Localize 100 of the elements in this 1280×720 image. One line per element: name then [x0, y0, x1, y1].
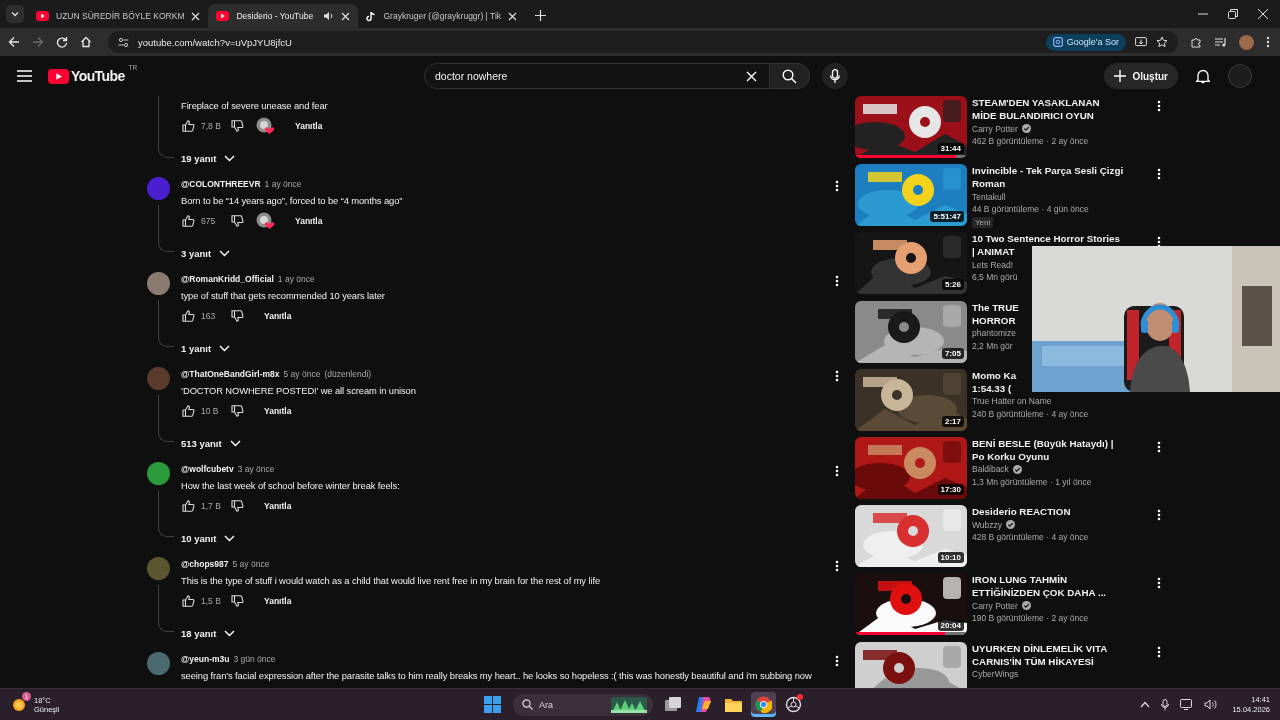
replies-toggle[interactable]: 10 yanıt [181, 532, 236, 544]
avatar[interactable] [147, 652, 170, 675]
video-title[interactable]: BENİ BESLE (Büyük Hataydı) | Po Korku Oyunu [972, 436, 1114, 463]
tab-search-button[interactable] [6, 5, 24, 23]
more-icon[interactable] [835, 465, 839, 477]
like-icon[interactable] [182, 310, 195, 322]
comment-author[interactable]: @ThatOneBandGirl-m8x [181, 369, 280, 379]
video-title[interactable]: Momo Ka 1:54.33 ( [972, 368, 1017, 395]
more-icon[interactable] [1157, 440, 1161, 453]
site-info-icon[interactable] [118, 36, 129, 48]
address-bar[interactable]: youtube.com/watch?v=uVpJYU8jfcU Google'a Sor [108, 31, 1178, 53]
reply-button[interactable]: Yanıtla [254, 307, 302, 325]
bell-icon[interactable] [1196, 68, 1210, 84]
back-icon[interactable] [8, 36, 20, 48]
profile-avatar[interactable] [1239, 34, 1254, 50]
video-title[interactable]: STEAM'DEN YASAKLANAN MİDE BULANDIRICI OYUN [972, 96, 1100, 122]
like-icon[interactable] [182, 120, 195, 132]
replies-toggle[interactable]: 3 yanıt [181, 247, 231, 259]
comment-time[interactable]: 3 ay önce [237, 464, 275, 474]
channel-name[interactable]: phantomize [972, 328, 1016, 339]
video-title[interactable]: 10 Two Sentence Horror Stories | ANIMAT [972, 232, 1120, 259]
comment-author[interactable]: @COLONTHREEVR [181, 179, 261, 189]
reply-button[interactable]: Yanıtla [285, 117, 333, 135]
voice-search-button[interactable] [822, 63, 848, 89]
search-field[interactable]: doctor nowhere [424, 63, 770, 89]
video-title[interactable]: UYURKEN DİNLEMELİK VITA CARNIS'İN TÜM HİKAYESİ [972, 641, 1108, 668]
reload-icon[interactable] [56, 36, 68, 48]
restore-icon[interactable] [1228, 9, 1238, 19]
home-icon[interactable] [80, 36, 92, 48]
speaker-icon[interactable] [323, 11, 335, 21]
media-controls-icon[interactable] [1214, 36, 1227, 48]
more-icon[interactable] [835, 370, 839, 382]
video-title[interactable]: The TRUE HORROR [972, 300, 1019, 327]
close-icon[interactable] [191, 11, 201, 21]
channel-name[interactable]: Baldiback [972, 464, 1009, 475]
dislike-icon[interactable] [231, 215, 244, 227]
comment-time[interactable]: 3 gün önce [233, 654, 276, 664]
comment-time[interactable]: 5 ay önce [283, 369, 321, 379]
reply-button[interactable]: Yanıtla [254, 497, 302, 515]
reply-button[interactable]: Yanıtla [285, 212, 333, 230]
menu-icon[interactable] [17, 70, 32, 82]
chevron-up-icon[interactable] [1140, 701, 1151, 708]
close-icon[interactable] [341, 11, 351, 21]
channel-name[interactable]: Carry Potter [972, 123, 1018, 134]
video-title[interactable]: Invincible - Tek Parça Sesli Çizgi Roman [972, 164, 1124, 191]
avatar[interactable] [147, 557, 170, 580]
reply-button[interactable]: Yanıtla [254, 402, 302, 420]
like-icon[interactable] [182, 500, 195, 512]
replies-toggle[interactable]: 19 yanıt [181, 152, 236, 164]
browser-tab[interactable]: Graykruger (@graykruggr) | Tik [358, 4, 526, 28]
channel-name[interactable]: Lets Read! [972, 259, 1014, 270]
install-icon[interactable] [1135, 36, 1147, 48]
comment-author[interactable]: @RomanKridd_Official [181, 274, 274, 284]
replies-toggle[interactable]: 18 yanıt [181, 627, 236, 639]
ask-google-button[interactable]: Google'a Sor [1045, 33, 1126, 51]
channel-name[interactable]: Wubzzy [972, 519, 1003, 530]
close-icon[interactable] [508, 11, 518, 21]
more-icon[interactable] [835, 560, 839, 572]
browser-tab[interactable]: UZUN SÜREDİR BÖYLE KORKM [28, 4, 209, 28]
extensions-icon[interactable] [1190, 36, 1202, 48]
comment-time[interactable]: 5 ay önce [232, 559, 270, 569]
volume-icon[interactable] [1204, 699, 1218, 710]
more-icon[interactable] [1157, 645, 1161, 658]
like-icon[interactable] [182, 595, 195, 607]
more-icon[interactable] [1157, 577, 1161, 590]
comment-author[interactable]: @wolfcubetv [181, 464, 234, 474]
menu-icon[interactable] [1266, 36, 1270, 48]
dislike-icon[interactable] [231, 120, 244, 132]
create-button[interactable]: Oluştur [1104, 63, 1178, 89]
dislike-icon[interactable] [231, 310, 244, 322]
star-icon[interactable] [1156, 36, 1168, 48]
more-icon[interactable] [835, 655, 839, 667]
more-icon[interactable] [1157, 168, 1161, 181]
comment-time[interactable]: 1 ay önce [277, 274, 315, 284]
channel-name[interactable]: True Hatter on Name [972, 396, 1052, 407]
like-icon[interactable] [182, 405, 195, 417]
more-icon[interactable] [1157, 509, 1161, 522]
more-icon[interactable] [1157, 100, 1161, 112]
avatar[interactable] [147, 462, 170, 485]
close-icon[interactable] [1258, 9, 1268, 19]
taskbar-app[interactable] [751, 692, 776, 717]
video-title[interactable]: IRON LUNG TAHMİN ETTİĞİNİZDEN ÇOK DAHA ... [972, 573, 1107, 600]
dislike-icon[interactable] [231, 500, 244, 512]
comment-time[interactable]: 1 ay önce [264, 179, 302, 189]
comment-author[interactable]: @chops987 [181, 559, 229, 569]
replies-toggle[interactable]: 513 yanıt [181, 437, 241, 449]
video-title[interactable]: Desiderio REACTION [972, 505, 1071, 519]
clear-icon[interactable] [746, 70, 757, 82]
new-tab-icon[interactable] [535, 10, 547, 21]
more-icon[interactable] [835, 275, 839, 287]
replies-toggle[interactable]: 1 yanıt [181, 342, 231, 354]
more-icon[interactable] [835, 180, 839, 192]
channel-name[interactable]: Carry Potter [972, 600, 1018, 611]
avatar[interactable] [147, 272, 170, 295]
dislike-icon[interactable] [231, 405, 244, 417]
network-icon[interactable] [1180, 699, 1194, 710]
dislike-icon[interactable] [231, 595, 244, 607]
channel-name[interactable]: CyberWings [972, 669, 1019, 679]
logo-text[interactable]: YouTube [71, 68, 125, 84]
like-icon[interactable] [182, 215, 195, 227]
